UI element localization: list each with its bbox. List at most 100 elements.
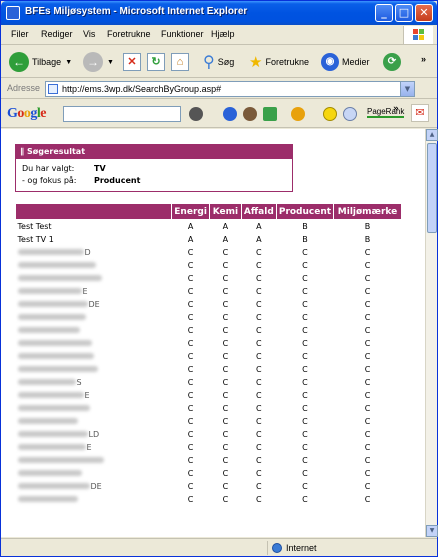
table-row[interactable]: SCCCCC	[16, 376, 402, 389]
menu-item-foretrukne[interactable]: Foretrukne	[107, 29, 151, 39]
table-row[interactable]: CCCCC	[16, 272, 402, 285]
product-name[interactable]: Test Test	[18, 222, 52, 231]
maximize-button[interactable]: □	[395, 4, 413, 22]
history-button[interactable]: ⟳	[383, 50, 401, 74]
table-row[interactable]: ECCCCC	[16, 441, 402, 454]
menu-item-vis[interactable]: Vis	[83, 29, 95, 39]
table-row[interactable]: CCCCC	[16, 454, 402, 467]
scroll-up-icon[interactable]: ▲	[426, 129, 438, 141]
product-name-cell[interactable]: DE	[16, 298, 172, 311]
scroll-thumb[interactable]	[427, 143, 437, 233]
column-header-affald[interactable]: Affald	[240, 203, 277, 220]
menu-item-rediger[interactable]: Rediger	[41, 29, 73, 39]
news-icon[interactable]	[243, 107, 257, 121]
column-header-miljomaerke[interactable]: Miljømærke	[333, 203, 402, 220]
search-button[interactable]: ⚲ Søg	[203, 50, 234, 74]
menu-item-filer[interactable]: Filer	[11, 29, 29, 39]
favorites-button[interactable]: ★ Foretrukne	[249, 50, 309, 74]
smiley-sad-icon[interactable]	[343, 107, 357, 121]
product-name-cell[interactable]: E	[16, 389, 172, 402]
product-name-cell[interactable]: Test Test	[16, 220, 172, 233]
popup-blocker-icon[interactable]	[263, 107, 277, 121]
address-input[interactable]: http://ems.3wp.dk/SearchByGroup.asp# ▼	[45, 81, 415, 97]
product-name-cell[interactable]	[16, 311, 172, 324]
scroll-down-icon[interactable]: ▼	[426, 525, 438, 537]
product-name-cell[interactable]: LD	[16, 428, 172, 441]
product-name-cell[interactable]: Test TV 1	[16, 233, 172, 246]
table-row[interactable]: CCCCC	[16, 402, 402, 415]
menu-item-funktioner[interactable]: Funktioner	[161, 29, 204, 39]
menu-item-hjaelp[interactable]: Hjælp	[211, 29, 235, 39]
google-search-input[interactable]	[63, 106, 181, 122]
forward-dropdown-icon[interactable]: ▼	[107, 59, 114, 66]
table-row[interactable]: CCCCC	[16, 324, 402, 337]
product-name-cell[interactable]: DE	[16, 480, 172, 493]
product-name-cell[interactable]	[16, 350, 172, 363]
product-name-cell[interactable]	[16, 324, 172, 337]
back-button[interactable]: ← Tilbage ▼	[9, 50, 72, 74]
smiley-happy-icon[interactable]	[323, 107, 337, 121]
column-header-energi[interactable]: Energi	[171, 203, 210, 220]
product-name-cell[interactable]	[16, 402, 172, 415]
rating-cell: C	[364, 429, 371, 439]
history-icon: ⟳	[383, 53, 401, 71]
table-row[interactable]: DE C C C C C	[16, 480, 402, 493]
product-name-cell[interactable]	[16, 415, 172, 428]
google-logo[interactable]: Google	[7, 106, 46, 122]
search-site-icon[interactable]	[223, 107, 237, 121]
table-row[interactable]: DE C C C C C	[16, 298, 402, 311]
product-name-suffix: DE	[88, 299, 100, 309]
column-header-producent[interactable]: Producent	[275, 203, 335, 220]
product-name-cell[interactable]	[16, 259, 172, 272]
table-row[interactable]: CCCCC	[16, 311, 402, 324]
table-row[interactable]: CCCCC	[16, 350, 402, 363]
table-row[interactable]: CCCCC	[16, 493, 402, 506]
refresh-button[interactable]: ↻	[147, 50, 165, 74]
table-row[interactable]: ECCCCC	[16, 389, 402, 402]
table-row[interactable]: CCCCC	[16, 467, 402, 480]
rating-cell: C	[364, 312, 371, 322]
table-row[interactable]: Test TV 1 A A A B B	[16, 233, 402, 246]
stop-button[interactable]: ✕	[123, 50, 141, 74]
table-row[interactable]: ECCCCC	[16, 285, 402, 298]
table-row[interactable]: CCCCC	[16, 415, 402, 428]
highlight-icon[interactable]	[291, 107, 305, 121]
table-row[interactable]: DCCCCC	[16, 246, 402, 259]
back-dropdown-icon[interactable]: ▼	[65, 59, 72, 66]
product-name-cell[interactable]	[16, 272, 172, 285]
forward-button[interactable]: → ▼	[83, 50, 114, 74]
rating-cell: B	[302, 234, 308, 244]
product-name-cell[interactable]	[16, 337, 172, 350]
table-row[interactable]: CCCCC	[16, 363, 402, 376]
product-name-cell[interactable]	[16, 454, 172, 467]
table-row[interactable]: CCCCC	[16, 337, 402, 350]
rating-cell: C	[302, 338, 308, 348]
product-name-cell[interactable]: E	[16, 285, 172, 298]
address-dropdown-icon[interactable]: ▼	[400, 82, 414, 96]
toolbar-chevron-icon[interactable]: »	[421, 47, 426, 71]
product-name-cell[interactable]: E	[16, 441, 172, 454]
rating-cell: C	[364, 494, 371, 504]
product-name-cell[interactable]	[16, 493, 172, 506]
vertical-scrollbar[interactable]: ▲ ▼	[425, 129, 438, 537]
title-bar[interactable]: BFEs Miljøsystem - Microsoft Internet Ex…	[1, 1, 437, 25]
product-name-cell[interactable]: D	[16, 246, 172, 259]
product-name-cell[interactable]: S	[16, 376, 172, 389]
redacted-product-name	[17, 418, 78, 424]
rating-cell: C	[302, 442, 308, 452]
column-header-kemi[interactable]: Kemi	[208, 203, 242, 220]
rating-cell: C	[187, 377, 194, 387]
media-button[interactable]: ◉ Medier	[321, 50, 370, 74]
messenger-icon[interactable]: ✉	[411, 104, 429, 122]
home-button[interactable]: ⌂	[171, 50, 189, 74]
google-chevron-icon[interactable]: »	[393, 104, 399, 114]
minimize-button[interactable]: _	[375, 4, 393, 22]
search-web-icon[interactable]	[189, 107, 203, 121]
product-name[interactable]: Test TV 1	[18, 235, 54, 244]
table-row[interactable]: CCCCC	[16, 259, 402, 272]
table-row[interactable]: Test Test A A A B B	[16, 220, 402, 233]
product-name-cell[interactable]	[16, 467, 172, 480]
table-row[interactable]: LD C C C C C	[16, 428, 402, 441]
product-name-cell[interactable]	[16, 363, 172, 376]
close-button[interactable]: ✕	[415, 4, 433, 22]
